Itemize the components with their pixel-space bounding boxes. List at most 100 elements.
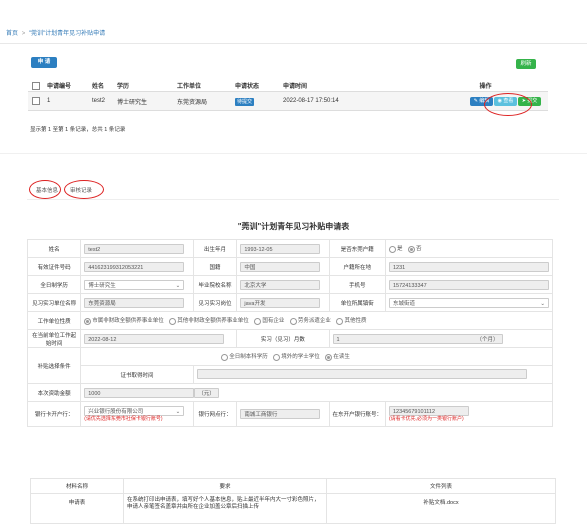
cond-cell: 全日制本科学历 境外的学士学位 在读生 [80, 347, 553, 366]
district-value: 东城街道 [393, 300, 416, 307]
amount-unit: （元） [194, 387, 220, 398]
cell-edu: 博士研究生 [117, 91, 177, 111]
col-header-time[interactable]: 申请时间 [283, 80, 423, 92]
phone-cell: 15724133347 [385, 275, 553, 294]
district-cell: 东城街道 ⌄ [385, 293, 553, 312]
account-field[interactable]: 12345679101112 [389, 406, 469, 416]
cell-time: 2022-08-17 17:50:14 [283, 91, 423, 111]
branch-field[interactable]: 南城工商银行 [240, 409, 321, 419]
select-all-cell [28, 80, 47, 92]
col-header-status[interactable]: 申请状态 [235, 80, 283, 92]
nation-cell: 中国 [236, 257, 330, 276]
cert-time-cell [192, 365, 554, 384]
months-cell: 1 （个月） [328, 329, 553, 348]
materials-table: 材料名称 要求 文件列表 申请表 在系统打印出申请表，填写好个人基本信息，贴上最… [30, 478, 556, 524]
bank-label: 银行卡开户行： [26, 401, 82, 427]
col-header-edu[interactable]: 学历 [117, 80, 177, 92]
apply-button[interactable]: 申 请 [31, 57, 57, 68]
application-table: 申请编号 姓名 学历 工作单位 申请状态 申请时间 操作 1 test2 博士研… [28, 80, 548, 111]
unit-type-option: 其他非财政全额供养事业单位 [177, 318, 249, 325]
start-field[interactable]: 2022-08-12 [84, 333, 225, 344]
cert-time-field[interactable] [196, 368, 527, 379]
birth-field[interactable]: 1993-12-05 [240, 243, 321, 254]
breadcrumb-current[interactable]: "莞训"计划青年见习补贴申请 [29, 31, 105, 37]
form-title: "莞训"计划青年见习补贴申请表 [237, 222, 350, 231]
account-cell: 12345679101112 (请看卡优先,必须为一类银行账户) [385, 401, 553, 427]
degree-select[interactable]: 博士研究生 ⌄ [84, 279, 185, 290]
degree-label: 全日制学历 [26, 275, 82, 294]
row-checkbox[interactable] [32, 97, 40, 105]
mat-name: 申请表 [30, 493, 124, 524]
household-no-radio[interactable] [408, 245, 416, 253]
nation-field[interactable]: 中国 [240, 261, 321, 272]
unit-type-radio[interactable] [169, 317, 177, 325]
breadcrumb-home-link[interactable]: 首页 [6, 31, 18, 37]
bank-value: 兴业银行股份有限公司 [88, 409, 144, 415]
position-field[interactable]: java开发 [240, 297, 321, 308]
chevron-down-icon: ⌄ [175, 282, 181, 289]
hukou-label: 户籍所在地 [328, 257, 386, 276]
form-row: 全日制学历 博士研究生 ⌄ 毕业院校名称 北京大学 手机号 15724133347 [26, 275, 553, 294]
select-all-checkbox[interactable] [32, 81, 40, 90]
phone-field[interactable]: 15724133347 [389, 279, 549, 290]
cond-radio[interactable] [221, 353, 229, 361]
breadcrumb-separator: > [21, 31, 26, 37]
intern-unit-label: 见习实习单位名称 [26, 293, 82, 312]
cert-time-label: 证书取得时间 [80, 365, 194, 384]
start-cell: 2022-08-12 [80, 329, 238, 348]
branch-cell: 南城工商银行 [236, 401, 330, 427]
amount-cell: 1000 （元） [80, 383, 553, 402]
intern-unit-field[interactable]: 东莞资源局 [84, 297, 185, 308]
col-header-name[interactable]: 姓名 [92, 80, 117, 92]
section-divider [0, 153, 587, 154]
name-label: 姓名 [26, 239, 82, 258]
tab-divider [27, 199, 559, 200]
district-label: 单位所属镇街 [328, 293, 386, 312]
col-header-ops: 操作 [423, 80, 548, 92]
district-select[interactable]: 东城街道 ⌄ [389, 297, 549, 308]
start-label: 在当前单位工作起始时间 [26, 329, 82, 348]
table-row: 申请表 在系统打印出申请表，填写好个人基本信息，贴上最近半年内大一寸彩色照片，申… [30, 493, 556, 524]
row-select-cell [28, 91, 47, 111]
cond-radio[interactable] [273, 353, 281, 361]
unit-type-label: 工作单位性质 [26, 311, 82, 330]
unit-type-radio[interactable] [336, 317, 344, 325]
cond-option: 境外的学士学位 [281, 354, 320, 361]
refresh-button[interactable]: 刷新 [516, 59, 536, 69]
idcard-field[interactable]: 441623199312053221 [84, 261, 185, 272]
mat-file-link[interactable]: 补贴文档.docx [326, 493, 556, 524]
unit-type-option: 国有企业 [262, 318, 285, 325]
amount-label: 本次资助金额 [26, 383, 82, 402]
form-row: 证书取得时间 [28, 365, 554, 384]
unit-type-radio[interactable] [254, 317, 262, 325]
phone-label: 手机号 [328, 275, 386, 294]
col-header-unit[interactable]: 工作单位 [177, 80, 235, 92]
mat-header-req: 要求 [123, 478, 327, 494]
hukou-field[interactable]: 1231 [389, 261, 549, 272]
form-row: 本次资助金额 1000 （元） [26, 383, 553, 402]
unit-type-option: 市属非财政全额供养事业单位 [92, 318, 164, 325]
degree-cell: 博士研究生 ⌄ [80, 275, 194, 294]
col-header-id[interactable]: 申请编号 [47, 80, 92, 92]
status-badge: 待提交 [235, 97, 255, 106]
household-yes-radio[interactable] [389, 245, 396, 253]
cell-id: 1 [47, 91, 92, 111]
cell-unit: 东莞资源局 [177, 91, 235, 111]
cond-radio[interactable] [325, 353, 333, 361]
unit-type-radio[interactable] [289, 317, 297, 325]
name-cell: test2 [80, 239, 194, 258]
branch-label: 银行网点行： [192, 401, 238, 427]
name-field[interactable]: test2 [84, 243, 185, 254]
form-row: 银行卡开户行： 兴业银行股份有限公司 ⌄ (请优先选择东莞市社保卡银行账号) 银行网… [26, 401, 553, 427]
bank-select[interactable]: 兴业银行股份有限公司 ⌄ [84, 406, 185, 416]
household-no-label: 否 [416, 246, 422, 253]
school-field[interactable]: 北京大学 [240, 279, 321, 290]
months-unit: （个月） [476, 336, 499, 343]
form-row: 补贴选择条件 全日制本科学历 境外的学士学位 在读生 [26, 347, 553, 384]
unit-type-radio[interactable] [84, 317, 92, 325]
account-label: 在东开户银行账号： [328, 401, 386, 427]
intern-unit-cell: 东莞资源局 [80, 293, 194, 312]
amount-field[interactable]: 1000 [84, 387, 195, 398]
unit-type-option: 劳务派遣企业 [297, 318, 331, 325]
months-field[interactable]: 1 （个月） [332, 333, 503, 344]
